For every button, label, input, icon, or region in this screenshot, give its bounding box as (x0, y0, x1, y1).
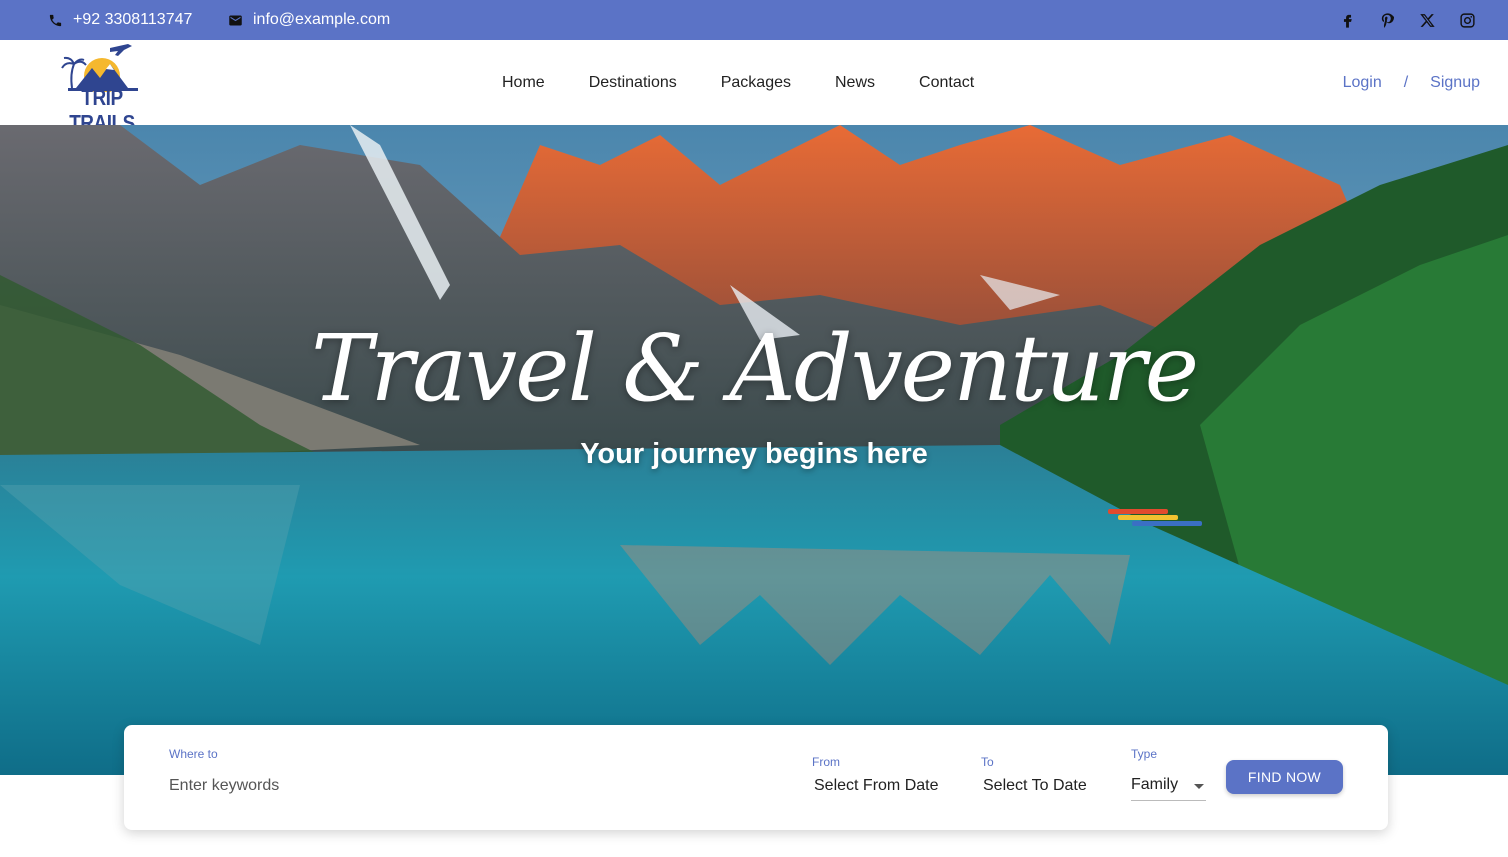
top-contact-bar: +92 3308113747 info@example.com (0, 0, 1508, 40)
hero-banner: Travel & Adventure Your journey begins h… (0, 125, 1508, 775)
hero-title: Travel & Adventure (310, 315, 1199, 422)
trip-type-value: Family (1131, 776, 1179, 793)
nav-destinations[interactable]: Destinations (567, 74, 699, 92)
hero-subtitle: Your journey begins here (580, 438, 928, 470)
primary-menu: Home Destinations Packages News Contact (480, 40, 996, 125)
logo-emblem-icon (61, 44, 138, 94)
keywords-input[interactable] (169, 775, 729, 797)
dropdown-caret-icon (1194, 784, 1204, 789)
login-link[interactable]: Login (1343, 74, 1382, 92)
social-links (1338, 0, 1476, 40)
email-contact[interactable]: info@example.com (228, 0, 390, 40)
from-date-picker[interactable]: Select From Date (814, 777, 938, 795)
to-date-label: To (981, 755, 994, 769)
pinterest-icon[interactable] (1378, 11, 1396, 29)
signup-link[interactable]: Signup (1430, 74, 1480, 92)
nav-home[interactable]: Home (480, 74, 567, 92)
nav-packages[interactable]: Packages (699, 74, 813, 92)
x-icon[interactable] (1418, 11, 1436, 29)
auth-separator: / (1403, 73, 1409, 91)
trip-type-select[interactable]: Family (1131, 773, 1206, 801)
phone-number: +92 3308113747 (73, 11, 193, 28)
email-address: info@example.com (253, 11, 391, 28)
main-navbar: TRIP TRAILS Home Destinations Packages N… (0, 40, 1508, 136)
facebook-icon[interactable] (1338, 11, 1356, 29)
nav-contact[interactable]: Contact (897, 74, 996, 92)
trip-search-form: Where to From Select From Date To Select… (124, 725, 1388, 830)
to-date-picker[interactable]: Select To Date (983, 777, 1087, 795)
site-logo[interactable]: TRIP TRAILS (50, 42, 154, 136)
nav-news[interactable]: News (813, 74, 897, 92)
mail-icon (229, 15, 242, 25)
phone-contact[interactable]: +92 3308113747 (48, 0, 192, 40)
instagram-icon[interactable] (1458, 11, 1476, 29)
phone-icon (49, 14, 62, 26)
from-date-label: From (812, 755, 840, 769)
where-to-label: Where to (169, 747, 218, 761)
trip-type-label: Type (1131, 747, 1158, 761)
auth-links: Login / Signup (1343, 40, 1480, 125)
find-now-button[interactable]: FIND NOW (1226, 760, 1343, 794)
